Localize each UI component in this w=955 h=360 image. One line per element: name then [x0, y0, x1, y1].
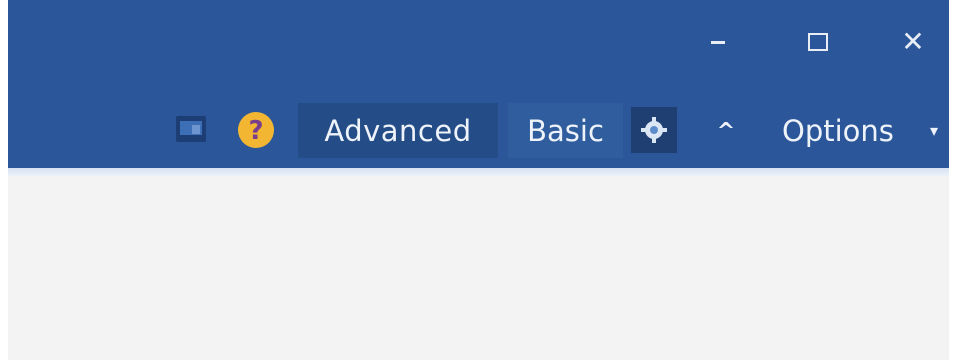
gear-icon — [641, 117, 667, 143]
display-mode-button[interactable] — [174, 113, 208, 145]
help-button[interactable]: ? — [236, 110, 276, 150]
help-icon: ? — [238, 112, 274, 148]
ribbon-separator — [8, 168, 949, 176]
advanced-label: Advanced — [324, 113, 472, 148]
ribbon-toolbar: ? Advanced Basic ^ Options ▾ — [8, 93, 949, 168]
collapse-ribbon-button[interactable]: ^ — [706, 111, 746, 151]
advanced-button[interactable]: Advanced — [298, 103, 498, 158]
minimize-button[interactable] — [690, 14, 746, 70]
settings-button[interactable] — [631, 107, 677, 153]
chevron-down-icon: ▾ — [930, 121, 939, 140]
basic-button[interactable]: Basic — [508, 103, 623, 158]
options-dropdown[interactable]: Options ▾ — [768, 103, 948, 158]
content-area — [8, 176, 949, 360]
monitor-icon — [176, 116, 206, 142]
chevron-up-icon: ^ — [716, 118, 736, 144]
close-button[interactable]: ✕ — [885, 14, 941, 70]
basic-label: Basic — [527, 113, 604, 148]
options-label: Options — [782, 113, 894, 148]
title-bar: ✕ — [8, 0, 949, 93]
minimize-icon — [711, 40, 725, 44]
maximize-button[interactable] — [790, 14, 846, 70]
close-icon: ✕ — [901, 25, 925, 58]
window-right-edge — [949, 0, 955, 360]
maximize-icon — [808, 33, 828, 51]
help-glyph: ? — [248, 116, 263, 146]
window-left-edge — [0, 0, 8, 360]
